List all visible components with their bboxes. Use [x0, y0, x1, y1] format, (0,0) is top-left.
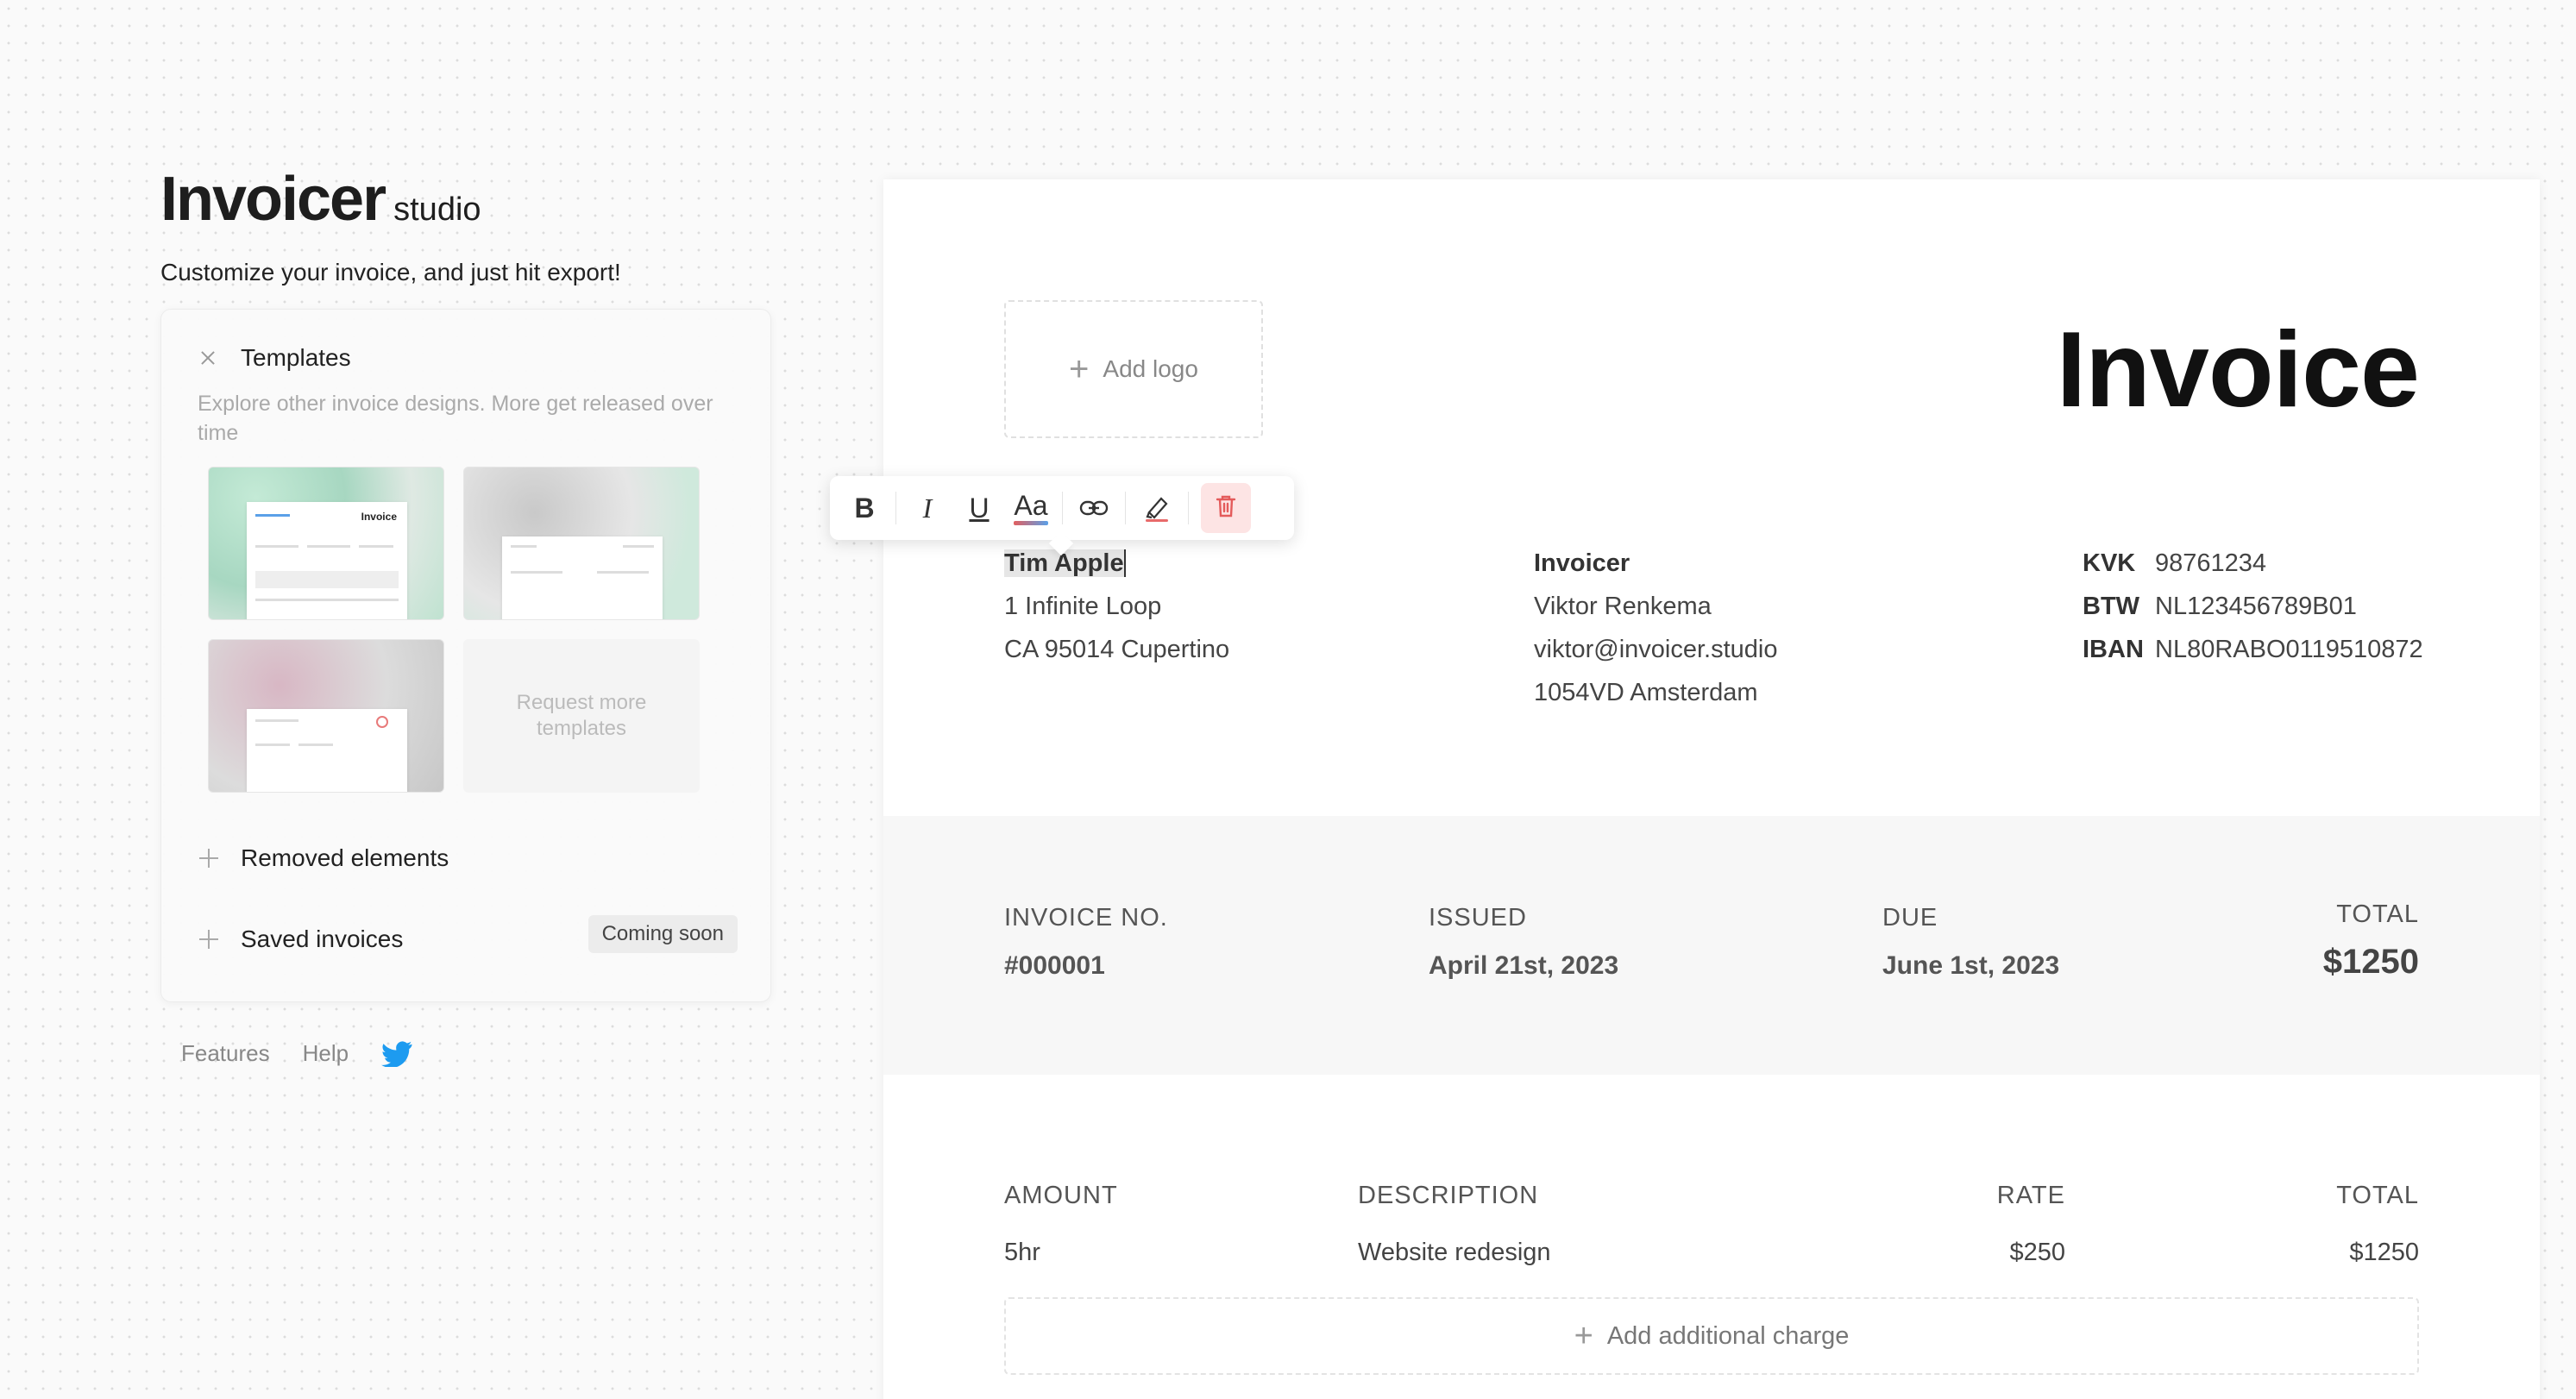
registry-row[interactable]: BTW NL123456789B01: [2083, 585, 2423, 628]
removed-elements-label: Removed elements: [241, 844, 449, 871]
registry-value: NL80RABO0119510872: [2155, 636, 2423, 663]
help-link[interactable]: Help: [303, 1040, 349, 1067]
invoice-number[interactable]: INVOICE NO. #000001: [1004, 904, 1168, 981]
plus-icon: +: [1574, 1318, 1593, 1354]
item-amount[interactable]: 5hr: [1004, 1239, 1040, 1267]
coming-soon-badge: Coming soon: [587, 915, 738, 953]
issued-value: April 21st, 2023: [1429, 951, 1619, 980]
sender-city[interactable]: 1054VD Amsterdam: [1534, 671, 1778, 714]
item-description[interactable]: Website redesign: [1358, 1239, 1551, 1267]
add-charge-button[interactable]: + Add additional charge: [1004, 1297, 2419, 1375]
registry-block: KVK 98761234 BTW NL123456789B01 IBAN NL80RA…: [2083, 542, 2423, 671]
client-block: Tim Apple 1 Infinite Loop CA 95014 Cuper…: [1004, 542, 1229, 671]
registry-key: BTW: [2083, 593, 2140, 620]
add-logo-button[interactable]: + Add logo: [1004, 300, 1263, 438]
registry-key: KVK: [2083, 549, 2136, 577]
italic-button[interactable]: I: [902, 484, 953, 532]
due-value: June 1st, 2023: [1882, 951, 2060, 980]
client-address-2[interactable]: CA 95014 Cupertino: [1004, 628, 1229, 671]
font-button[interactable]: Aa: [1005, 484, 1057, 532]
sender-company[interactable]: Invoicer: [1534, 542, 1778, 585]
brand: Invoicer studio: [160, 164, 773, 235]
removed-elements-row[interactable]: Removed elements: [199, 844, 449, 872]
request-templates-label: Request more templates: [516, 691, 647, 740]
plus-icon: [199, 930, 218, 949]
col-total-header: TOTAL: [2336, 1182, 2419, 1209]
panel-description: Explore other invoice designs. More get …: [198, 392, 713, 445]
sender-email[interactable]: viktor@invoicer.studio: [1534, 628, 1778, 671]
saved-invoices-label: Saved invoices: [241, 925, 404, 952]
tagline: Customize your invoice, and just hit exp…: [160, 259, 621, 285]
issued-date[interactable]: ISSUED April 21st, 2023: [1429, 904, 1618, 981]
request-templates-card[interactable]: Request more templates: [463, 639, 700, 793]
registry-value: 98761234: [2155, 549, 2267, 577]
link-icon[interactable]: [1068, 484, 1120, 532]
brand-name: Invoicer: [160, 165, 386, 234]
invoice-title[interactable]: Invoice: [2057, 309, 2420, 431]
invoice-number-value: #000001: [1004, 951, 1105, 980]
sender-block: Invoicer Viktor Renkema viktor@invoicer.…: [1534, 542, 1778, 714]
col-description-header: DESCRIPTION: [1358, 1182, 1539, 1209]
total-value: $1250: [2322, 943, 2419, 981]
template-card-green[interactable]: Invoice: [208, 467, 444, 620]
close-icon[interactable]: [199, 349, 217, 367]
item-total: $1250: [2349, 1239, 2419, 1266]
footer-links: Features Help: [181, 1040, 412, 1067]
trash-icon: [1215, 494, 1237, 523]
highlighter-icon[interactable]: [1131, 484, 1183, 532]
panel-title: Templates: [241, 344, 351, 371]
bold-button[interactable]: B: [839, 484, 890, 532]
font-label: Aa: [1014, 489, 1048, 521]
add-charge-label: Add additional charge: [1606, 1321, 1850, 1350]
total-amount[interactable]: TOTAL $1250: [2323, 900, 2419, 982]
brand-suffix: studio: [393, 191, 481, 228]
template-preview: Invoice: [247, 502, 407, 619]
underline-button[interactable]: U: [953, 484, 1005, 532]
registry-row[interactable]: IBAN NL80RABO0119510872: [2083, 628, 2423, 671]
invoice-number-label: INVOICE NO.: [1004, 904, 1168, 932]
client-address-1[interactable]: 1 Infinite Loop: [1004, 585, 1229, 628]
col-rate-header: RATE: [1996, 1182, 2065, 1209]
total-label: TOTAL: [2336, 900, 2419, 928]
sender-name[interactable]: Viktor Renkema: [1534, 585, 1778, 628]
plus-icon: +: [1069, 350, 1090, 388]
panel-header: Templates: [199, 344, 351, 372]
due-label: DUE: [1882, 904, 1938, 932]
templates-panel: Templates Explore other invoice designs.…: [160, 309, 771, 1002]
template-preview: [502, 536, 663, 619]
template-mini-title: Invoice: [361, 511, 397, 523]
features-link[interactable]: Features: [181, 1040, 270, 1067]
template-card-pink[interactable]: [208, 639, 444, 793]
twitter-icon[interactable]: [381, 1040, 412, 1067]
issued-label: ISSUED: [1429, 904, 1527, 932]
invoice-document: + Add logo Invoice Tim Apple 1 Infinite …: [883, 179, 2540, 1399]
template-card-gray[interactable]: [463, 467, 700, 620]
delete-button[interactable]: [1201, 483, 1251, 533]
plus-icon: [199, 849, 218, 868]
registry-value: NL123456789B01: [2155, 593, 2357, 620]
client-name[interactable]: Tim Apple: [1004, 549, 1126, 577]
template-preview: [247, 709, 407, 792]
due-date[interactable]: DUE June 1st, 2023: [1882, 904, 2059, 981]
text-format-toolbar: B I U Aa: [830, 476, 1294, 540]
registry-row[interactable]: KVK 98761234: [2083, 542, 2423, 585]
saved-invoices-row[interactable]: Saved invoices: [199, 925, 403, 953]
item-rate[interactable]: $250: [2009, 1239, 2065, 1267]
sidebar: Invoicer studio Customize your invoice, …: [160, 164, 773, 286]
col-amount-header: AMOUNT: [1004, 1182, 1118, 1209]
registry-key: IBAN: [2083, 636, 2144, 663]
add-logo-label: Add logo: [1103, 355, 1198, 382]
